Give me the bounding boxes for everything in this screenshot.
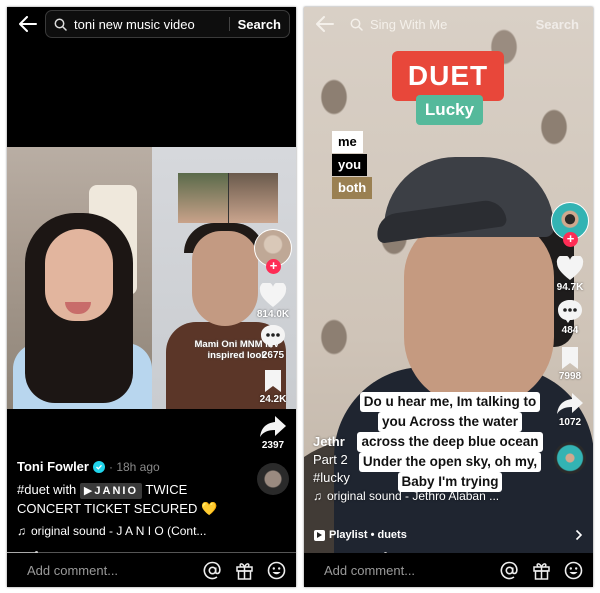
bookmark-icon — [562, 347, 578, 369]
comment-bubble-icon — [261, 325, 285, 348]
verified-badge-icon — [92, 460, 105, 473]
duet-sticker-subtitle: Lucky — [416, 95, 483, 125]
save-count: 7998 — [558, 371, 582, 382]
back-arrow-icon — [316, 16, 334, 32]
search-query: Sing With Me — [370, 16, 448, 32]
search-button[interactable]: Search — [536, 17, 579, 32]
like-count: 94.7K — [556, 282, 584, 293]
back-button[interactable] — [11, 7, 45, 41]
search-input[interactable]: toni new music video Search — [45, 10, 290, 38]
duet-left-pane — [7, 147, 152, 409]
reference-thumbnails — [178, 173, 278, 223]
search-top-bar: Sing With Me Search — [304, 7, 593, 41]
lyrics-overlay: Do u hear me, Im talking to you Across t… — [348, 392, 552, 492]
post-caption: Toni Fowler · 18h ago #duet with ▶JANIO … — [17, 459, 247, 538]
like-button[interactable]: 814.0K — [257, 283, 289, 320]
heart-icon — [556, 256, 584, 280]
like-button[interactable]: 94.7K — [556, 256, 584, 293]
lyric-line: Baby I'm trying — [397, 472, 503, 492]
chevron-right-icon — [575, 529, 583, 541]
action-rail: + 814.0K 2675 24.2K 2397 — [252, 229, 294, 495]
back-arrow-icon — [19, 16, 37, 32]
search-button[interactable]: Search — [238, 17, 281, 32]
share-button[interactable]: 1072 — [556, 392, 584, 428]
share-arrow-icon — [557, 393, 583, 414]
save-count: 24.2K — [259, 394, 287, 405]
follow-plus-icon[interactable]: + — [266, 259, 281, 274]
search-top-bar: toni new music video Search — [7, 7, 296, 41]
share-count: 1072 — [558, 417, 582, 428]
option-me[interactable]: me — [332, 131, 363, 153]
option-you[interactable]: you — [332, 154, 368, 176]
comment-bar: Add comment... — [7, 553, 296, 587]
lyric-line: you Across the water — [377, 412, 523, 432]
with-text: with — [53, 482, 77, 497]
like-count: 814.0K — [256, 309, 290, 320]
comment-count: 2675 — [261, 350, 285, 361]
playlist-icon — [314, 529, 325, 541]
follow-plus-icon[interactable]: + — [563, 232, 578, 247]
playlist-label: Playlist • duets — [329, 529, 407, 541]
lyric-line: Do u hear me, Im talking to — [359, 392, 541, 412]
mention-at-icon[interactable] — [202, 560, 222, 580]
music-disc[interactable] — [257, 463, 289, 495]
action-rail: + 94.7K 484 7998 1072 — [549, 202, 591, 474]
share-arrow-icon — [260, 416, 286, 437]
comment-bubble-icon — [558, 300, 582, 323]
sound-name: original sound - J A N I O (Cont... — [31, 524, 207, 538]
heart-icon — [259, 283, 287, 307]
back-button[interactable] — [308, 7, 342, 41]
emoji-icon[interactable] — [563, 560, 583, 580]
music-disc[interactable] — [554, 442, 586, 474]
lyric-line: across the deep blue ocean — [357, 432, 543, 452]
author-name[interactable]: Toni Fowler — [17, 459, 89, 474]
comment-button[interactable]: 2675 — [260, 324, 286, 361]
creator-avatar[interactable]: + — [254, 229, 292, 274]
search-icon — [54, 17, 68, 31]
left-phone-screen: toni new music video Search Mami Oni MNM… — [7, 7, 296, 587]
creator-avatar[interactable]: + — [551, 202, 589, 247]
option-both[interactable]: both — [332, 177, 373, 199]
mention-at-icon[interactable] — [499, 560, 519, 580]
music-note-icon: ♫ — [17, 524, 26, 538]
comment-input[interactable]: Add comment... — [27, 563, 190, 578]
sound-link[interactable]: ♫ original sound - J A N I O (Cont... — [17, 524, 247, 538]
comment-button[interactable]: 484 — [557, 299, 583, 336]
comment-bar: Add comment... — [304, 553, 593, 587]
hashtag-duet[interactable]: #duet — [17, 482, 50, 497]
heart-emoji: 💛 — [200, 501, 218, 516]
bookmark-icon — [265, 370, 281, 392]
mention-chip[interactable]: ▶JANIO — [79, 483, 142, 499]
save-button[interactable]: 7998 — [559, 346, 581, 382]
right-phone-screen: Sing With Me Search DUET Lucky me you bo… — [304, 7, 593, 587]
post-time: · 18h ago — [108, 459, 160, 474]
comment-count: 484 — [561, 325, 579, 336]
person-face — [404, 217, 554, 407]
gift-icon[interactable] — [234, 560, 254, 580]
share-count: 2397 — [261, 440, 285, 451]
save-button[interactable]: 24.2K — [259, 369, 287, 405]
search-divider — [228, 17, 230, 31]
share-button[interactable]: 2397 — [259, 415, 287, 451]
emoji-icon[interactable] — [266, 560, 286, 580]
search-query: toni new music video — [74, 16, 195, 32]
playlist-bar[interactable]: Playlist • duets — [304, 524, 593, 546]
comment-input[interactable]: Add comment... — [324, 563, 487, 578]
gift-icon[interactable] — [531, 560, 551, 580]
music-note-icon: ♫ — [313, 489, 322, 503]
post-description: #duet with ▶JANIO TWICE CONCERT TICKET S… — [17, 480, 247, 518]
lyric-line: Under the open sky, oh my, — [358, 452, 542, 472]
search-icon — [350, 17, 364, 31]
person-face — [192, 231, 258, 326]
duet-sticker-title: DUET — [392, 51, 504, 101]
search-input[interactable]: Sing With Me Search — [342, 10, 587, 38]
